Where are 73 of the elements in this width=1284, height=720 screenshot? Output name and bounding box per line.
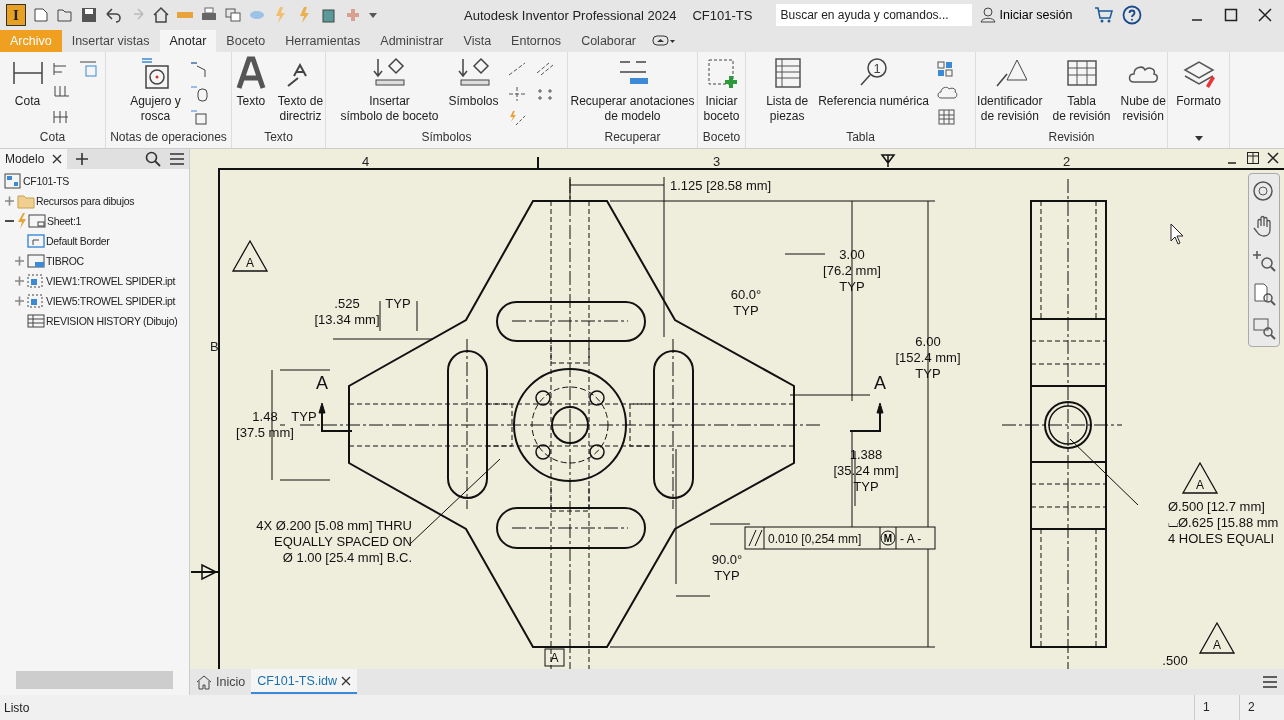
ribbon-tab[interactable]: Vista: [453, 30, 502, 52]
ribbon-tool-button[interactable]: Tabla de revisión: [1049, 56, 1114, 128]
dimension-text: A: [874, 373, 886, 393]
zone-label: 2: [1063, 154, 1071, 169]
sheet-number: 2: [1239, 695, 1284, 720]
revision-tag: A: [1181, 461, 1219, 494]
ribbon-tool-button[interactable]: Recuperar anotaciones de modelo: [567, 56, 698, 128]
dimension-text: .500: [1162, 653, 1188, 668]
ribbon-tab[interactable]: Entornos: [501, 30, 572, 52]
dimension-text: 90.0° TYP: [711, 552, 743, 583]
tree-item[interactable]: TIBROC: [46, 255, 84, 267]
zone-label: 4: [362, 154, 370, 169]
tree-item[interactable]: REVISION HISTORY (Dibujo): [46, 315, 178, 327]
search-field[interactable]: Buscar en ayuda y comandos...: [776, 4, 973, 26]
panel-title: Revisión: [1047, 129, 1096, 146]
browser-tab[interactable]: Modelo: [0, 149, 68, 169]
document-tab[interactable]: CF101-TS.idw: [251, 669, 358, 694]
dimension-text: 1.388 [35.24 mm] TYP: [833, 447, 899, 494]
zone-label: B: [210, 339, 219, 354]
ribbon-tool-button[interactable]: Identificador de revisión: [974, 56, 1046, 128]
tree-item[interactable]: Default Border: [46, 235, 110, 247]
dimension-text: .525 [13.34 mm]: [314, 296, 380, 327]
dimension-text: A: [316, 373, 328, 393]
ribbon-tool-button[interactable]: Iniciar boceto: [700, 56, 743, 128]
dimension-text: 60.0° TYP: [730, 287, 762, 318]
ribbon-tab[interactable]: Anotar: [159, 30, 217, 52]
status-text: Listo: [4, 700, 30, 715]
panel-title: Recuperar: [603, 129, 662, 146]
ribbon-tool-button[interactable]: 1 Referencia numérica: [815, 56, 932, 128]
ribbon-tool-button[interactable]: Agujero y rosca: [127, 56, 184, 128]
ribbon-tool-button[interactable]: Formato: [1173, 56, 1224, 134]
sheet-number: 1: [1194, 695, 1239, 720]
ribbon-tab[interactable]: Boceto: [216, 30, 276, 52]
zone-label: 3: [713, 154, 721, 169]
panel-title: Símbolos: [420, 129, 473, 146]
feature-control-frame: 0.010 [0,254 mm] M - A -: [744, 526, 936, 550]
panel-title: Cota: [38, 129, 67, 146]
ribbon-tab[interactable]: Administrar: [370, 30, 454, 52]
dimension-text: 1.48 [37.5 mm]: [236, 409, 294, 440]
revision-tag: A: [1198, 621, 1236, 654]
ribbon-tool-button[interactable]: Nube de revisión: [1117, 56, 1169, 128]
tree-item[interactable]: VIEW1:TROWEL SPIDER.ipt: [46, 275, 176, 287]
tree-item[interactable]: Recursos para dibujos: [36, 195, 135, 207]
tree-item[interactable]: VIEW5:TROWEL SPIDER.ipt: [46, 295, 176, 307]
dimension-text: 3.00 [76.2 mm] TYP: [823, 247, 881, 294]
panel-title: Tabla: [845, 129, 876, 146]
dimension-text: TYP: [385, 296, 411, 311]
ribbon-tool-button[interactable]: Cota: [7, 56, 48, 128]
ribbon-tab[interactable]: Herramientas: [275, 30, 371, 52]
datum-label: A: [544, 648, 565, 667]
revision-tag: A: [231, 239, 269, 272]
tree-item[interactable]: CF101-TS: [23, 175, 70, 187]
document-name: CF101-TS: [692, 7, 754, 23]
document-tab[interactable]: Inicio: [190, 669, 252, 694]
ribbon-tool-button[interactable]: Texto: [230, 56, 271, 128]
ribbon-tool-button[interactable]: Insertar símbolo de boceto: [337, 56, 442, 128]
panel-title: Boceto: [701, 129, 742, 146]
tree-item[interactable]: Sheet:1: [47, 215, 82, 227]
dimension-text: 6.00 [152.4 mm] TYP: [895, 334, 961, 381]
ribbon-tool-button[interactable]: Texto de directriz: [274, 56, 327, 128]
dimension-text: 1.125 [28.58 mm]: [670, 178, 772, 193]
ribbon-tool-button[interactable]: Símbolos: [445, 56, 502, 128]
dimension-text: Ø.500 [12.7 mm] ⌴Ø.625 [15.88 mm 4 HOLES EQUALI: [1168, 499, 1279, 546]
window-title: Autodesk Inventor Professional 2024: [464, 7, 677, 23]
panel-title: Texto: [263, 129, 294, 146]
sign-in-button[interactable]: Iniciar sesión: [980, 7, 1087, 23]
ribbon-tab[interactable]: Insertar vistas: [61, 30, 160, 52]
dimension-text: 4X Ø.200 [5.08 mm] THRU EQUALLY SPACED ON Ø 1.00 [25.4 mm] B.C.: [256, 518, 412, 565]
dimension-text: TYP: [291, 409, 317, 424]
ribbon-tab[interactable]: Colaborar: [571, 30, 646, 52]
panel-title: Notas de operaciones: [109, 129, 228, 146]
app-logo[interactable]: I: [6, 4, 26, 26]
ribbon-tool-button[interactable]: Lista de piezas: [763, 56, 812, 128]
